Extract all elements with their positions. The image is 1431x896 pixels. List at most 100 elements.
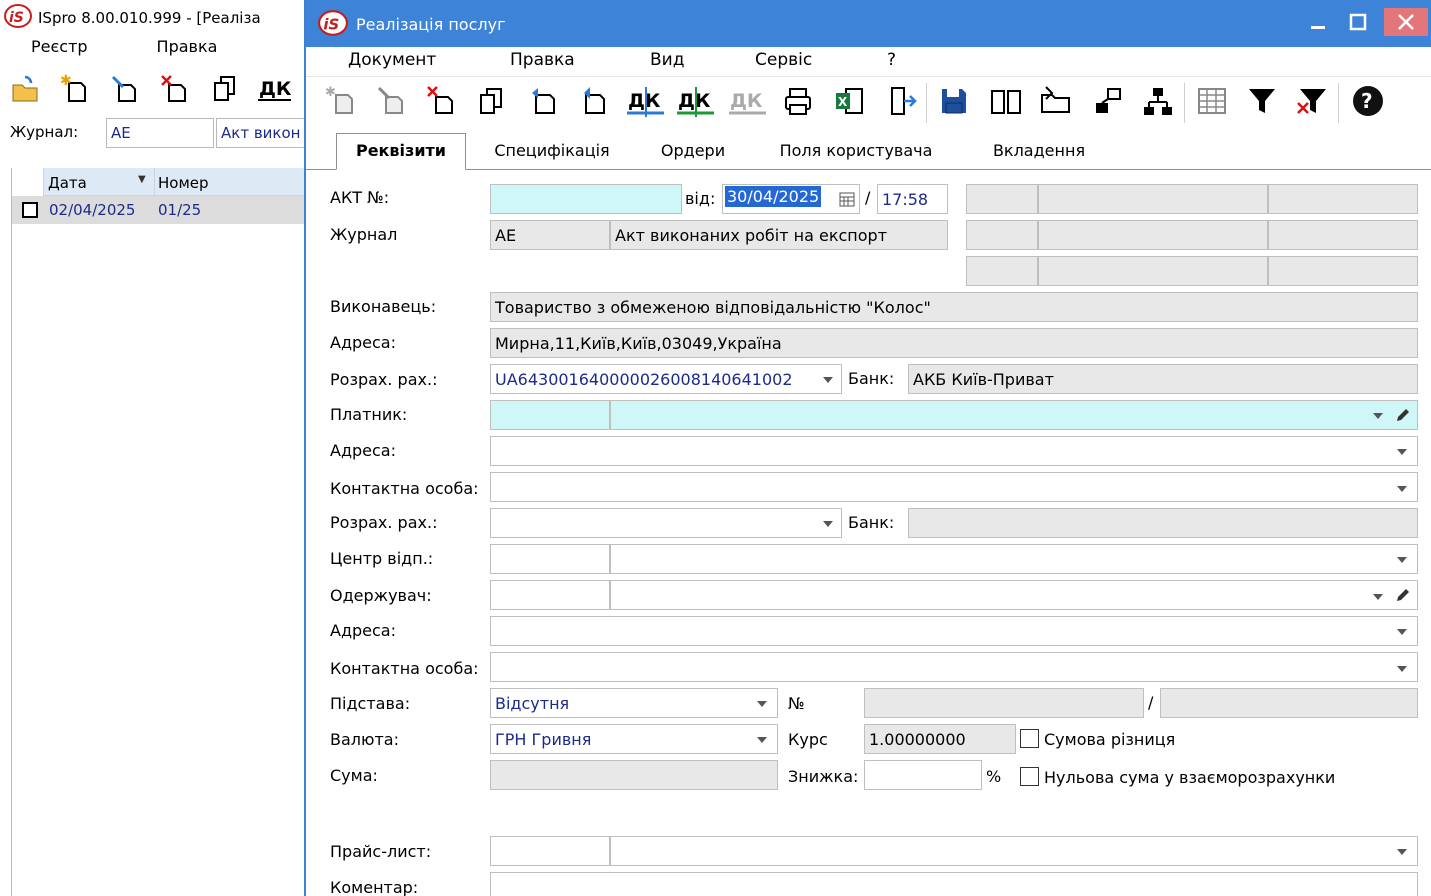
date-field[interactable]: 30/04/2025 <box>722 184 860 214</box>
open-folder-icon[interactable] <box>4 68 46 110</box>
delete-doc-icon[interactable] <box>420 79 464 123</box>
clear-filter-icon[interactable] <box>1290 79 1334 123</box>
dialog-toolbar: ✱ ДК ДК ДК X ? <box>306 76 1431 124</box>
price-list-name-field[interactable] <box>610 836 1418 866</box>
tab-specification[interactable]: Специфікація <box>482 136 622 170</box>
return-icon[interactable] <box>522 79 566 123</box>
svg-text:ДК: ДК <box>678 90 711 112</box>
chevron-down-icon[interactable] <box>756 700 768 708</box>
edit-doc-icon[interactable] <box>104 68 146 110</box>
table-row[interactable]: 02/04/2025 01/25 <box>12 196 304 224</box>
book-icon[interactable] <box>984 79 1028 123</box>
calendar-icon[interactable] <box>839 191 855 207</box>
chevron-down-icon[interactable] <box>1396 628 1408 636</box>
act-number-label: АКТ №: <box>330 188 390 207</box>
tab-orders[interactable]: Ордери <box>652 136 734 170</box>
center-label: Центр відп.: <box>330 549 434 568</box>
save-icon[interactable] <box>932 79 976 123</box>
payer-address-field[interactable] <box>490 436 1418 466</box>
new-doc-icon[interactable]: ✱ <box>320 79 364 123</box>
chevron-down-icon[interactable] <box>1396 448 1408 456</box>
extra-field-1 <box>966 184 1038 214</box>
chevron-down-icon[interactable] <box>1396 665 1408 673</box>
payer-code-field[interactable] <box>490 400 610 430</box>
export-icon[interactable] <box>572 79 616 123</box>
extra-field-5 <box>1038 220 1268 250</box>
tab-attachments[interactable]: Вкладення <box>986 136 1092 170</box>
pencil-icon[interactable] <box>1394 406 1412 424</box>
new-doc-icon[interactable]: ✱ <box>54 68 96 110</box>
payer-contact-label: Контактна особа: <box>330 479 479 498</box>
tab-requisites[interactable]: Реквізити <box>336 133 466 170</box>
menu-document[interactable]: Документ <box>348 50 436 70</box>
svg-text:iS: iS <box>9 10 24 26</box>
act-number-field[interactable] <box>490 184 682 214</box>
grid-header-date[interactable]: Дата <box>48 174 87 192</box>
receiver-name-field[interactable] <box>610 580 1418 610</box>
grid-header-number[interactable]: Номер <box>158 174 209 192</box>
dk-green-icon[interactable]: ДК <box>674 79 718 123</box>
chevron-down-icon[interactable] <box>756 736 768 744</box>
currency-select[interactable]: ГРН Гривня <box>490 724 778 754</box>
basis-select[interactable]: Відсутня <box>490 688 778 718</box>
chevron-down-icon[interactable] <box>1396 556 1408 564</box>
svg-text:X: X <box>838 95 848 109</box>
svg-text:✱: ✱ <box>325 85 336 100</box>
zero-sum-checkbox[interactable] <box>1020 767 1039 786</box>
chevron-down-icon[interactable] <box>1396 848 1408 856</box>
chevron-down-icon[interactable] <box>822 376 834 384</box>
chevron-down-icon[interactable] <box>1372 412 1384 420</box>
price-list-code-field[interactable] <box>490 836 610 866</box>
minimize-button[interactable] <box>1302 8 1334 36</box>
bg-menu-edit[interactable]: Правка <box>157 36 218 62</box>
copy-icon[interactable] <box>470 79 514 123</box>
dk-gray-icon[interactable]: ДК <box>726 79 770 123</box>
receiver-contact-field[interactable] <box>490 652 1418 682</box>
center-code-field[interactable] <box>490 544 610 574</box>
maximize-button[interactable] <box>1342 8 1374 36</box>
receiver-address-field[interactable] <box>490 616 1418 646</box>
receiver-code-field[interactable] <box>490 580 610 610</box>
comment-field[interactable] <box>490 872 1418 896</box>
menu-view[interactable]: Вид <box>650 50 684 70</box>
row-checkbox[interactable] <box>22 202 38 218</box>
menu-service[interactable]: Сервіс <box>755 50 812 70</box>
bg-journal-code-field[interactable]: АЕ <box>106 118 214 148</box>
bg-journal-name-field[interactable]: Акт викон <box>216 118 304 148</box>
grid-icon[interactable] <box>1190 79 1234 123</box>
chevron-down-icon[interactable] <box>822 520 834 528</box>
grid-header: Дата ▼ Номер <box>12 168 304 196</box>
tab-user-fields[interactable]: Поля користувача <box>772 136 940 170</box>
delete-doc-icon[interactable] <box>154 68 196 110</box>
time-field[interactable]: 17:58 <box>877 184 948 214</box>
chevron-down-icon[interactable] <box>1396 485 1408 493</box>
print-icon[interactable] <box>776 79 820 123</box>
dk-icon[interactable]: ДК <box>254 68 296 110</box>
excel-icon[interactable]: X <box>828 79 872 123</box>
copy-icon[interactable] <box>204 68 246 110</box>
edit-doc-icon[interactable] <box>370 79 414 123</box>
executor-account-field[interactable]: UA643001640000026008140641002 <box>490 364 842 394</box>
tree-icon[interactable] <box>1136 79 1180 123</box>
center-name-field[interactable] <box>610 544 1418 574</box>
sum-difference-checkbox[interactable] <box>1020 729 1039 748</box>
help-icon[interactable]: ? <box>1346 79 1390 123</box>
payer-name-field[interactable] <box>610 400 1418 430</box>
menu-edit[interactable]: Правка <box>510 50 575 70</box>
chevron-down-icon[interactable] <box>1372 593 1384 601</box>
bg-document-grid: Дата ▼ Номер 02/04/2025 01/25 <box>11 168 304 896</box>
link-icon[interactable] <box>1086 79 1130 123</box>
executor-address-label: Адреса: <box>330 333 396 352</box>
folder-icon[interactable] <box>1034 79 1078 123</box>
close-button[interactable] <box>1384 8 1428 36</box>
filter-icon[interactable] <box>1240 79 1284 123</box>
pencil-icon[interactable] <box>1394 586 1412 604</box>
bg-menu-registry[interactable]: Реєстр <box>31 36 88 62</box>
menu-help[interactable]: ? <box>887 50 896 70</box>
discount-field[interactable] <box>864 760 982 790</box>
payer-account-field[interactable] <box>490 508 842 538</box>
exit-icon[interactable] <box>880 79 924 123</box>
sort-down-icon[interactable]: ▼ <box>138 174 146 185</box>
dk-icon[interactable]: ДК <box>624 79 668 123</box>
payer-contact-field[interactable] <box>490 472 1418 502</box>
